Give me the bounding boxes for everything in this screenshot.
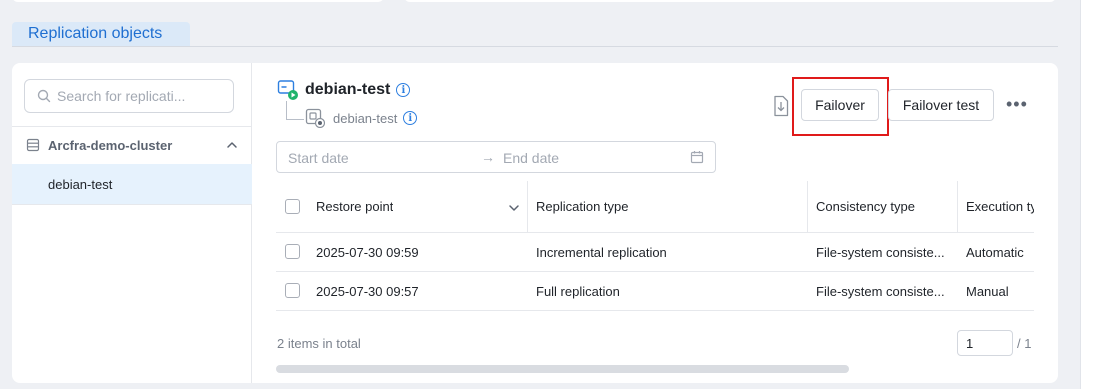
- page-total-text: / 1: [1017, 336, 1032, 351]
- info-icon[interactable]: i: [396, 83, 411, 97]
- header-replication-type: Replication type: [536, 199, 629, 214]
- chevron-down-icon[interactable]: [508, 202, 520, 214]
- failover-test-button[interactable]: Failover test: [888, 89, 994, 121]
- sidebar-item-debian-test[interactable]: debian-test: [12, 164, 252, 204]
- arrow-right-icon: →: [481, 149, 495, 165]
- select-all-checkbox[interactable]: [285, 198, 300, 214]
- end-date-input[interactable]: End date: [503, 150, 559, 166]
- info-icon[interactable]: i: [403, 111, 418, 125]
- more-icon[interactable]: •••: [1006, 94, 1028, 115]
- search-icon: [37, 89, 51, 103]
- page-number-input[interactable]: [957, 330, 1013, 356]
- cell-replication-type: Incremental replication: [536, 244, 667, 260]
- calendar-icon[interactable]: [690, 150, 704, 164]
- search-box[interactable]: [24, 79, 234, 113]
- cluster-label: Arcfra-demo-cluster: [48, 137, 173, 153]
- cell-consistency-type: File-system consiste...: [816, 244, 945, 260]
- search-input[interactable]: [57, 88, 217, 104]
- cell-restore-point: 2025-07-30 09:59: [316, 244, 419, 260]
- sidebar: Arcfra-demo-cluster debian-test: [12, 63, 252, 383]
- date-range-picker[interactable]: Start date → End date: [276, 141, 716, 173]
- cell-replication-type: Full replication: [536, 283, 620, 299]
- sub-object-label: debian-test: [333, 110, 398, 126]
- header-consistency-type: Consistency type: [816, 199, 915, 214]
- table-header: Restore point Replication type Consisten…: [276, 181, 1034, 233]
- cell-consistency-type: File-system consiste...: [816, 283, 945, 299]
- row-checkbox[interactable]: [285, 244, 300, 259]
- export-icon[interactable]: [772, 95, 790, 117]
- section-divider: [12, 46, 1058, 47]
- horizontal-scrollbar[interactable]: [276, 365, 849, 373]
- sidebar-item-cluster[interactable]: Arcfra-demo-cluster: [12, 126, 252, 164]
- detail-content: debian-test i debian-test i Start date →…: [253, 63, 1058, 383]
- vm-running-icon: [277, 80, 298, 100]
- sub-object-row: debian-test i: [305, 108, 418, 128]
- cell-restore-point: 2025-07-30 09:57: [316, 283, 419, 299]
- right-scroll-track[interactable]: [1080, 0, 1094, 389]
- start-date-input[interactable]: Start date: [288, 150, 349, 166]
- main-panel: Arcfra-demo-cluster debian-test debian-t…: [12, 63, 1058, 383]
- items-total-text: 2 items in total: [277, 336, 361, 351]
- highlight-box: [792, 77, 889, 136]
- cell-execution-type: Automatic: [966, 244, 1024, 260]
- column-divider: [807, 181, 808, 233]
- table-row[interactable]: 2025-07-30 09:57 Full replication File-s…: [276, 272, 1034, 311]
- header-restore-point[interactable]: Restore point: [316, 181, 393, 232]
- page-title: debian-test: [305, 81, 391, 98]
- sidebar-divider: [12, 204, 252, 205]
- row-checkbox[interactable]: [285, 283, 300, 298]
- vm-snapshot-icon: [305, 108, 325, 128]
- chevron-up-icon[interactable]: [226, 139, 238, 151]
- column-divider: [957, 181, 958, 233]
- top-card-left: [12, 0, 384, 2]
- tree-connector: [286, 101, 304, 120]
- top-card-right: [404, 0, 1056, 2]
- section-tab-replication-objects[interactable]: Replication objects: [12, 22, 190, 46]
- header-execution-type: Execution ty: [966, 199, 1034, 214]
- column-divider: [527, 181, 528, 233]
- table-row[interactable]: 2025-07-30 09:59 Incremental replication…: [276, 233, 1034, 272]
- cell-execution-type: Manual: [966, 283, 1009, 299]
- cluster-icon: [26, 138, 40, 152]
- restore-points-table: Restore point Replication type Consisten…: [276, 181, 1034, 311]
- detail-title-row: debian-test i: [277, 79, 411, 101]
